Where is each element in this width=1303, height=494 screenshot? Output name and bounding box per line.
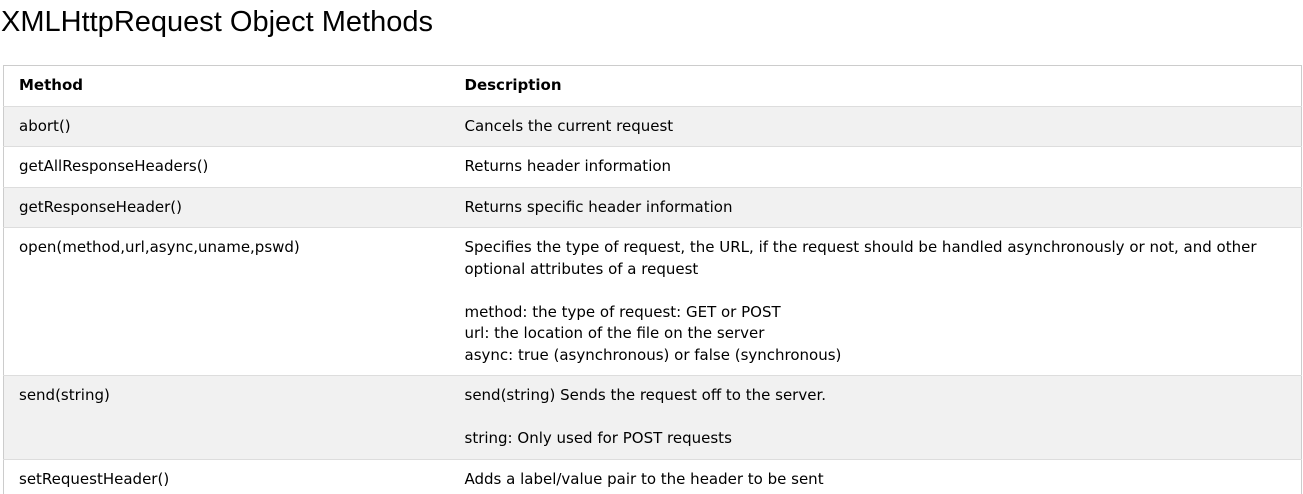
parameter-note: string: Only used for POST requests: [464, 429, 732, 447]
table-row: getAllResponseHeaders() Returns header i…: [3, 146, 1302, 188]
parameter-note: url: the location of the file on the ser…: [464, 324, 765, 342]
table-row: abort() Cancels the current request: [3, 106, 1302, 147]
description-cell: Returns header information: [449, 146, 1302, 188]
description-text: Returns specific header information: [464, 197, 733, 216]
description-cell: Cancels the current request: [449, 106, 1302, 147]
description-text: Specifies the type of request, the URL, …: [464, 238, 1257, 278]
description-cell: Specifies the type of request, the URL, …: [449, 227, 1302, 376]
column-header-method: Method: [3, 65, 450, 107]
description-text: send(string) Sends the request off to th…: [464, 386, 827, 404]
description-cell: Returns specific header information: [449, 187, 1302, 228]
description-cell: send(string) Sends the request off to th…: [449, 375, 1302, 460]
method-cell: send(string): [3, 375, 450, 460]
method-cell: open(method,url,async,uname,pswd): [3, 227, 450, 376]
method-cell: setRequestHeader(): [19, 469, 170, 488]
description-text: Returns header information: [464, 157, 672, 175]
table-row: open(method,url,async,uname,pswd) Specif…: [3, 227, 1302, 376]
method-cell: getAllResponseHeaders(): [3, 146, 450, 188]
table-row: getResponseHeader() Returns specific hea…: [3, 187, 1302, 228]
table-header-row: Method Description: [3, 65, 1302, 107]
methods-table: Method Description abort() Cancels the c…: [3, 65, 1302, 494]
method-cell: getResponseHeader(): [3, 187, 450, 228]
parameter-note: method: the type of request: GET or POST: [464, 302, 781, 321]
table-row: send(string) send(string) Sends the requ…: [3, 375, 1302, 460]
description-cell: Adds a label/value pair to the header to…: [450, 459, 1302, 494]
parameter-note: async: true (asynchronous) or false (syn…: [464, 345, 842, 364]
column-header-description: Description: [449, 65, 1302, 107]
method-cell: abort(): [3, 106, 450, 147]
page-title: XMLHttpRequest Object Methods: [1, 6, 433, 38]
table-row: setRequestHeader() Adds a label/value pa…: [3, 459, 1302, 494]
description-text: Adds a label/value pair to the header to…: [464, 469, 824, 488]
description-text: Cancels the current request: [464, 116, 674, 135]
